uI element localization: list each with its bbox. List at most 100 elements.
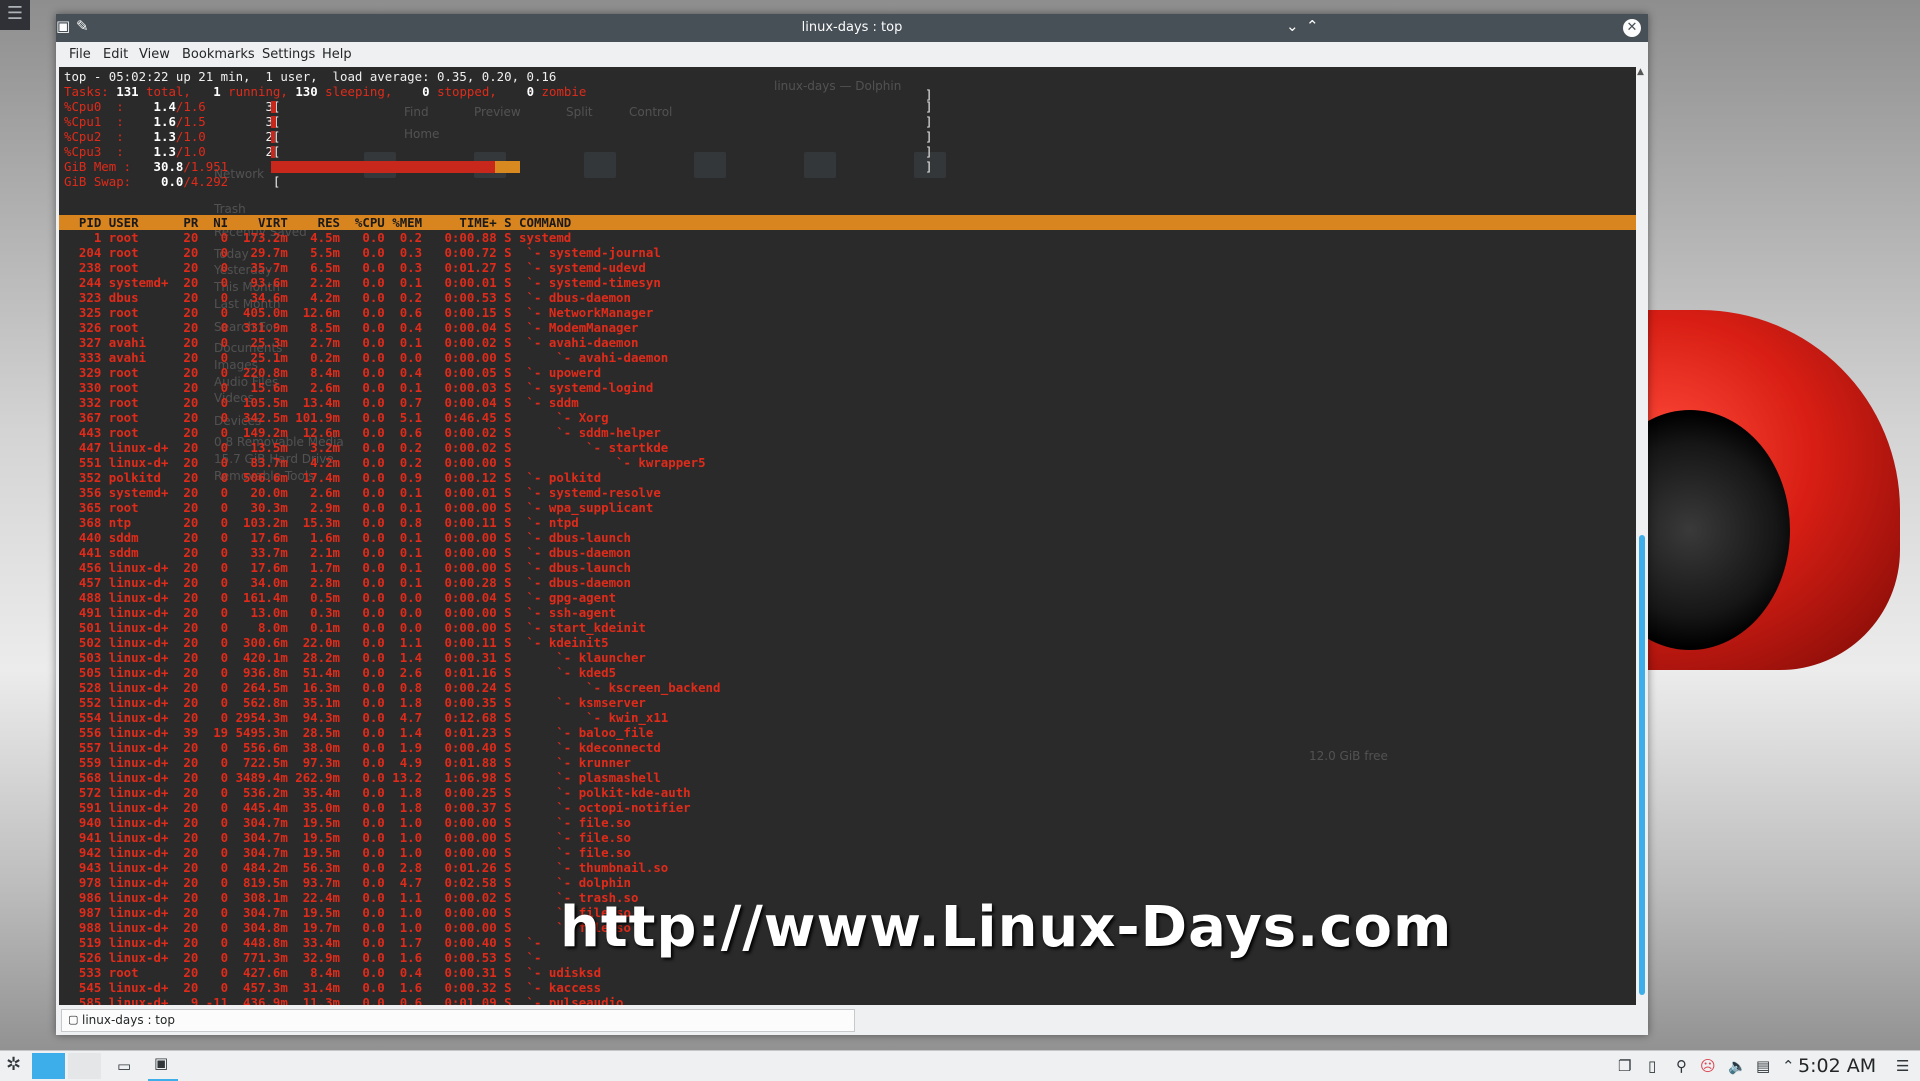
process-row: 503 linux-d+ 20 0 420.1m 28.2m 0.0 1.4 0… bbox=[64, 650, 646, 665]
scrollbar-thumb[interactable] bbox=[1639, 535, 1645, 995]
process-row: 238 root 20 0 35.7m 6.5m 0.0 0.3 0:01.27… bbox=[64, 260, 646, 275]
process-row: 501 linux-d+ 20 0 8.0m 0.1m 0.0 0.0 0:00… bbox=[64, 620, 646, 635]
window-titlebar[interactable]: ▣ ✎ linux-days : top ⌄ ⌃ ✕ bbox=[56, 14, 1648, 42]
cpu2-bracket-close: ] bbox=[925, 129, 933, 144]
process-row: 332 root 20 0 105.5m 13.4m 0.0 0.7 0:00.… bbox=[64, 395, 579, 410]
dolphin-find-button: Find bbox=[404, 105, 429, 119]
mem-line: GiB Mem : 30.8/1.951 [ bbox=[64, 159, 280, 174]
cpu1-bracket-close: ] bbox=[925, 114, 933, 129]
virtual-desktop-1[interactable] bbox=[32, 1053, 65, 1079]
process-row: 551 linux-d+ 20 0 83.7m 4.2m 0.0 0.2 0:0… bbox=[64, 455, 706, 470]
taskbar: ✲ ▭ ▣ ❐ ▯ ⚲ ☹ 🔈 ▤ ⌃ 5:02 AM ☰ bbox=[0, 1050, 1920, 1081]
process-row: 356 systemd+ 20 0 20.0m 2.6m 0.0 0.1 0:0… bbox=[64, 485, 661, 500]
watermark-text: http://www.Linux-Days.com bbox=[560, 895, 1453, 960]
folder-icon bbox=[804, 152, 836, 178]
menu-bookmarks[interactable]: Bookmarks bbox=[182, 47, 255, 62]
cpu0-line: %Cpu0 : 1.4/1.6 3[ bbox=[64, 99, 280, 114]
menu-help[interactable]: Help bbox=[322, 47, 352, 62]
menubar: File Edit View Bookmarks Settings Help bbox=[56, 42, 1648, 66]
process-row: 456 linux-d+ 20 0 17.6m 1.7m 0.0 0.1 0:0… bbox=[64, 560, 631, 575]
tray-expand-icon[interactable]: ⌃ bbox=[1782, 1057, 1795, 1075]
process-row: 941 linux-d+ 20 0 304.7m 19.5m 0.0 1.0 0… bbox=[64, 830, 631, 845]
folder-icon bbox=[694, 152, 726, 178]
update-notifier-icon[interactable]: ☹ bbox=[1700, 1057, 1716, 1075]
konsole-task-icon: ▣ bbox=[154, 1054, 169, 1072]
process-row: 591 linux-d+ 20 0 445.4m 35.0m 0.0 1.8 0… bbox=[64, 800, 691, 815]
process-row: 329 root 20 0 220.8m 8.4m 0.0 0.4 0:00.0… bbox=[64, 365, 602, 380]
process-row: 554 linux-d+ 20 0 2954.3m 94.3m 0.0 4.7 … bbox=[64, 710, 669, 725]
process-row: 491 linux-d+ 20 0 13.0m 0.3m 0.0 0.0 0:0… bbox=[64, 605, 617, 620]
usb-icon[interactable]: ⚲ bbox=[1676, 1057, 1687, 1075]
app-launcher-icon[interactable]: ✲ bbox=[6, 1054, 21, 1075]
cpu0-usage-bar bbox=[271, 101, 276, 113]
clock[interactable]: 5:02 AM bbox=[1798, 1055, 1876, 1077]
cpu1-usage-bar bbox=[271, 116, 276, 128]
process-row: 528 linux-d+ 20 0 264.5m 16.3m 0.0 0.8 0… bbox=[64, 680, 721, 695]
process-row: 556 linux-d+ 39 19 5495.3m 28.5m 0.0 1.4… bbox=[64, 725, 654, 740]
mem-bracket-close: ] bbox=[925, 159, 933, 174]
process-row: 447 linux-d+ 20 0 13.5m 3.2m 0.0 0.2 0:0… bbox=[64, 440, 669, 455]
terminal-tab[interactable]: ▢ linux-days : top bbox=[61, 1009, 855, 1032]
menu-settings[interactable]: Settings bbox=[262, 47, 315, 62]
dolphin-breadcrumb: Home bbox=[404, 127, 440, 141]
dolphin-split-button: Split bbox=[566, 105, 593, 119]
konsole-window: ▣ ✎ linux-days : top ⌄ ⌃ ✕ File Edit Vie… bbox=[56, 14, 1648, 1035]
menu-view[interactable]: View bbox=[139, 47, 170, 62]
process-row: 940 linux-d+ 20 0 304.7m 19.5m 0.0 1.0 0… bbox=[64, 815, 631, 830]
window-title: linux-days : top bbox=[801, 20, 903, 35]
process-row: 352 polkitd 20 0 506.6m 17.4m 0.0 0.9 0:… bbox=[64, 470, 602, 485]
process-row: 244 systemd+ 20 0 93.6m 2.2m 0.0 0.1 0:0… bbox=[64, 275, 661, 290]
process-row: 327 avahi 20 0 25.3m 2.7m 0.0 0.1 0:00.0… bbox=[64, 335, 639, 350]
process-row: 1 root 20 0 173.2m 4.5m 0.0 0.2 0:00.88 … bbox=[64, 230, 572, 245]
process-row: 333 avahi 20 0 25.1m 0.2m 0.0 0.0 0:00.0… bbox=[64, 350, 669, 365]
terminal-tab-label: linux-days : top bbox=[82, 1013, 175, 1027]
maximize-icon[interactable]: ⌃ bbox=[1306, 17, 1319, 35]
mem-usage-bar bbox=[271, 161, 495, 173]
network-icon[interactable]: ▤ bbox=[1756, 1057, 1770, 1075]
process-row: 488 linux-d+ 20 0 161.4m 0.5m 0.0 0.0 0:… bbox=[64, 590, 617, 605]
process-table-header: PID USER PR NI VIRT RES %CPU %MEM TIME+ … bbox=[59, 215, 1636, 230]
close-icon[interactable]: ✕ bbox=[1623, 19, 1641, 37]
terminal-tab-icon: ▢ bbox=[68, 1013, 79, 1026]
process-row: 367 root 20 0 342.5m 101.9m 0.0 5.1 0:46… bbox=[64, 410, 609, 425]
menu-file[interactable]: File bbox=[69, 47, 91, 62]
minimize-icon[interactable]: ⌄ bbox=[1286, 17, 1299, 35]
dolphin-control-button: Control bbox=[629, 105, 673, 119]
terminal-scrollbar[interactable]: ▲ bbox=[1636, 67, 1648, 1005]
volume-icon[interactable]: 🔈 bbox=[1728, 1057, 1747, 1075]
mem-cache-bar bbox=[495, 161, 520, 173]
process-row: 568 linux-d+ 20 0 3489.4m 262.9m 0.0 13.… bbox=[64, 770, 661, 785]
top-tasks-line: Tasks: 131 total, 1 running, 130 sleepin… bbox=[64, 84, 587, 99]
process-row: 330 root 20 0 15.6m 2.6m 0.0 0.1 0:00.03… bbox=[64, 380, 654, 395]
menu-edit[interactable]: Edit bbox=[103, 47, 128, 62]
cpu2-line: %Cpu2 : 1.3/1.0 2[ bbox=[64, 129, 280, 144]
cpu1-line: %Cpu1 : 1.6/1.5 3[ bbox=[64, 114, 280, 129]
panel-menu-icon[interactable]: ☰ bbox=[1896, 1057, 1909, 1075]
terminal-area[interactable]: linux-days — Dolphin Find Preview Split … bbox=[59, 67, 1636, 1005]
konsole-task-button[interactable]: ▣ bbox=[148, 1053, 178, 1081]
desktop-toolbox-icon[interactable]: ☰ bbox=[0, 0, 30, 30]
process-row: 585 linux-d+ 9 -11 436.9m 11.3m 0.0 0.6 … bbox=[64, 995, 624, 1005]
battery-icon[interactable]: ▯ bbox=[1648, 1057, 1656, 1075]
virtual-desktop-2[interactable] bbox=[68, 1053, 101, 1079]
tab-bar: ▢ linux-days : top bbox=[59, 1008, 1645, 1032]
process-row: 204 root 20 0 29.7m 5.5m 0.0 0.3 0:00.72… bbox=[64, 245, 661, 260]
process-row: 557 linux-d+ 20 0 556.6m 38.0m 0.0 1.9 0… bbox=[64, 740, 661, 755]
cpu0-bracket-close: ] bbox=[925, 99, 933, 114]
process-row: 440 sddm 20 0 17.6m 1.6m 0.0 0.1 0:00.00… bbox=[64, 530, 631, 545]
clipboard-icon[interactable]: ❐ bbox=[1618, 1057, 1631, 1075]
process-row: 326 root 20 0 331.9m 8.5m 0.0 0.4 0:00.0… bbox=[64, 320, 639, 335]
scroll-up-arrow-icon[interactable]: ▲ bbox=[1637, 67, 1644, 77]
process-row: 441 sddm 20 0 33.7m 2.1m 0.0 0.1 0:00.00… bbox=[64, 545, 631, 560]
process-row: 942 linux-d+ 20 0 304.7m 19.5m 0.0 1.0 0… bbox=[64, 845, 631, 860]
top-summary-line: top - 05:02:22 up 21 min, 1 user, load a… bbox=[64, 69, 557, 84]
process-row: 502 linux-d+ 20 0 300.6m 22.0m 0.0 1.1 0… bbox=[64, 635, 609, 650]
cpu3-line: %Cpu3 : 1.3/1.0 2[ bbox=[64, 144, 280, 159]
process-row: 457 linux-d+ 20 0 34.0m 2.8m 0.0 0.1 0:0… bbox=[64, 575, 631, 590]
process-list: 1 root 20 0 173.2m 4.5m 0.0 0.2 0:00.88 … bbox=[59, 230, 1636, 1005]
process-row: 943 linux-d+ 20 0 484.2m 56.3m 0.0 2.8 0… bbox=[64, 860, 669, 875]
process-row: 572 linux-d+ 20 0 536.2m 35.4m 0.0 1.8 0… bbox=[64, 785, 691, 800]
dolphin-task-icon[interactable]: ▭ bbox=[117, 1057, 131, 1075]
cpu2-usage-bar bbox=[271, 131, 275, 143]
process-row: 533 root 20 0 427.6m 8.4m 0.0 0.4 0:00.3… bbox=[64, 965, 602, 980]
